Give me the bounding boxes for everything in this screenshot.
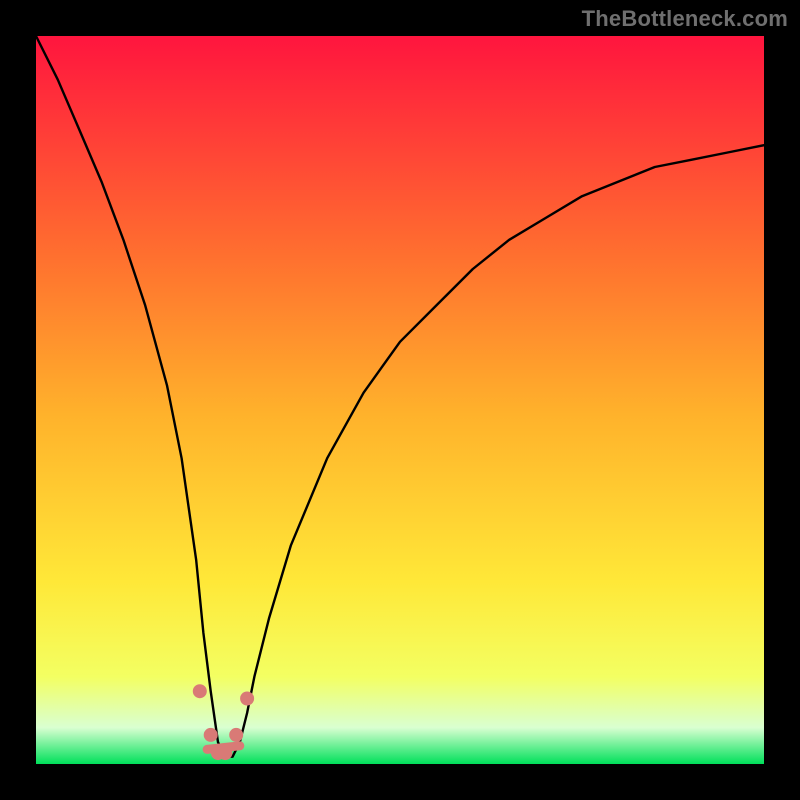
outer-frame: TheBottleneck.com: [0, 0, 800, 800]
marker-dot: [218, 746, 232, 760]
marker-dot: [240, 692, 254, 706]
bottleneck-curve: [36, 36, 764, 757]
marker-dot: [193, 684, 207, 698]
marker-dot: [229, 728, 243, 742]
curve-layer: [36, 36, 764, 764]
watermark-text: TheBottleneck.com: [582, 6, 788, 32]
marker-dot: [204, 728, 218, 742]
